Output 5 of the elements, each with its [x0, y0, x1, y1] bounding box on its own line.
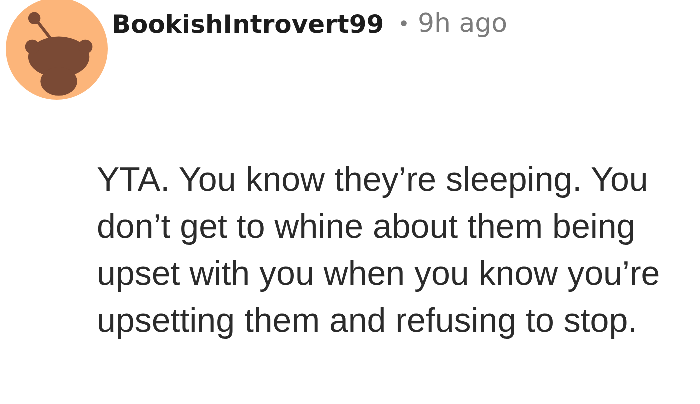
- avatar-icon: [6, 0, 108, 100]
- timestamp: 9h ago: [418, 9, 508, 39]
- username[interactable]: BookishIntrovert99: [112, 10, 384, 38]
- comment-text: YTA. You know they’re sleeping. You don’t get to whine about them being upset with you when you know you’re upsetting them and refusing to stop.: [97, 160, 662, 342]
- separator-dot: •: [398, 12, 410, 36]
